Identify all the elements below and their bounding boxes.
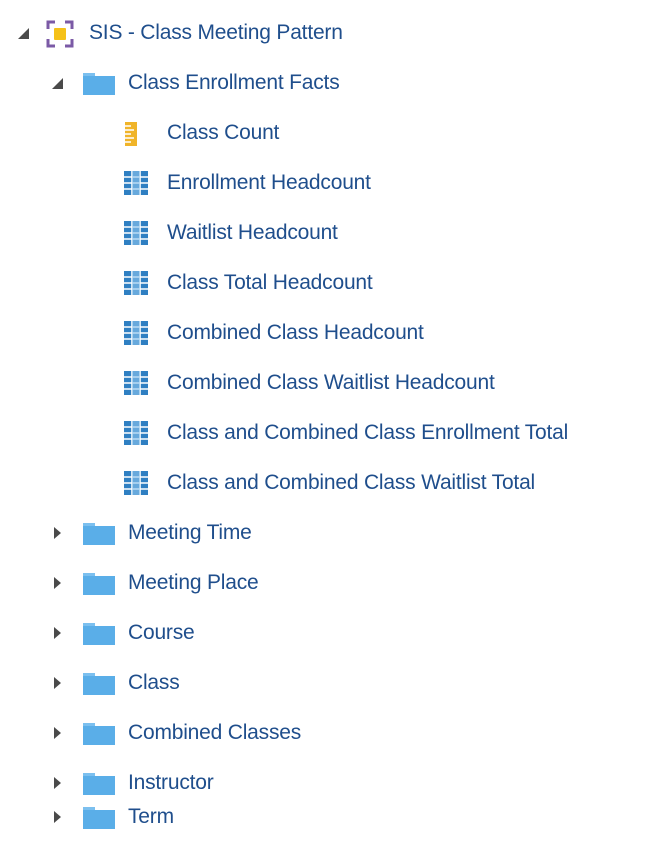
tree-folder-class[interactable]: Class — [0, 658, 661, 708]
tree-node-label: Class and Combined Class Waitlist Total — [167, 471, 536, 494]
folder-icon — [83, 523, 115, 545]
tree-folder-term[interactable]: Term — [0, 792, 661, 842]
tree-folder-course[interactable]: Course — [0, 608, 661, 658]
tree-node-label: Combined Class Waitlist Headcount — [167, 371, 495, 394]
measure-ruler-icon — [125, 122, 137, 146]
tree-node-label: SIS - Class Meeting Pattern — [89, 21, 343, 44]
tree-folder-meeting-time[interactable]: Meeting Time — [0, 508, 661, 558]
collapsed-triangle-icon[interactable] — [50, 776, 64, 790]
tree-node-label: Class and Combined Class Enrollment Tota… — [167, 421, 569, 444]
collapsed-triangle-icon[interactable] — [50, 626, 64, 640]
folder-icon — [83, 623, 115, 645]
tree-folder-meeting-place[interactable]: Meeting Place — [0, 558, 661, 608]
tree-node-label: Waitlist Headcount — [167, 221, 338, 244]
tree-node-label: Term — [128, 805, 174, 828]
tree-folder-class-enrollment-facts[interactable]: Class Enrollment Facts — [0, 58, 661, 108]
tree-item-waitlist-headcount[interactable]: Waitlist Headcount — [0, 208, 661, 258]
collapsed-triangle-icon[interactable] — [50, 676, 64, 690]
tree-node-label: Class Enrollment Facts — [128, 71, 340, 94]
folder-icon — [83, 807, 115, 829]
column-grid-icon — [124, 421, 148, 445]
tree-node-label: Class Total Headcount — [167, 271, 373, 294]
column-grid-icon — [124, 471, 148, 495]
tree-item-class-count[interactable]: Class Count — [0, 108, 661, 158]
tree-node-label: Meeting Time — [128, 521, 252, 544]
column-grid-icon — [124, 221, 148, 245]
tree-node-label: Combined Classes — [128, 721, 302, 744]
tree-node-subject-area[interactable]: SIS - Class Meeting Pattern — [0, 8, 661, 58]
folder-icon — [83, 673, 115, 695]
expanded-triangle-icon[interactable] — [16, 26, 30, 40]
tree-node-label: Meeting Place — [128, 571, 259, 594]
tree-node-label: Course — [128, 621, 195, 644]
column-grid-icon — [124, 321, 148, 345]
tree-item-class-total-headcount[interactable]: Class Total Headcount — [0, 258, 661, 308]
subject-area-tree: SIS - Class Meeting Pattern Class Enroll… — [0, 0, 661, 842]
tree-item-combined-class-waitlist-headcount[interactable]: Combined Class Waitlist Headcount — [0, 358, 661, 408]
tree-item-class-and-combined-class-enrollment-total[interactable]: Class and Combined Class Enrollment Tota… — [0, 408, 661, 458]
collapsed-triangle-icon[interactable] — [50, 526, 64, 540]
collapsed-triangle-icon[interactable] — [50, 810, 64, 824]
folder-icon — [83, 73, 115, 95]
tree-folder-combined-classes[interactable]: Combined Classes — [0, 708, 661, 758]
tree-node-label: Class — [128, 671, 180, 694]
tree-node-label: Class Count — [167, 121, 280, 144]
folder-icon — [83, 573, 115, 595]
column-grid-icon — [124, 171, 148, 195]
collapsed-triangle-icon[interactable] — [50, 726, 64, 740]
folder-icon — [83, 723, 115, 745]
tree-item-class-and-combined-class-waitlist-total[interactable]: Class and Combined Class Waitlist Total — [0, 458, 661, 508]
collapsed-triangle-icon[interactable] — [50, 576, 64, 590]
tree-item-combined-class-headcount[interactable]: Combined Class Headcount — [0, 308, 661, 358]
tree-node-label: Combined Class Headcount — [167, 321, 424, 344]
tree-node-label: Enrollment Headcount — [167, 171, 371, 194]
tree-item-enrollment-headcount[interactable]: Enrollment Headcount — [0, 158, 661, 208]
expanded-triangle-icon[interactable] — [50, 76, 64, 90]
column-grid-icon — [124, 271, 148, 295]
subject-area-icon — [46, 20, 74, 48]
column-grid-icon — [124, 371, 148, 395]
